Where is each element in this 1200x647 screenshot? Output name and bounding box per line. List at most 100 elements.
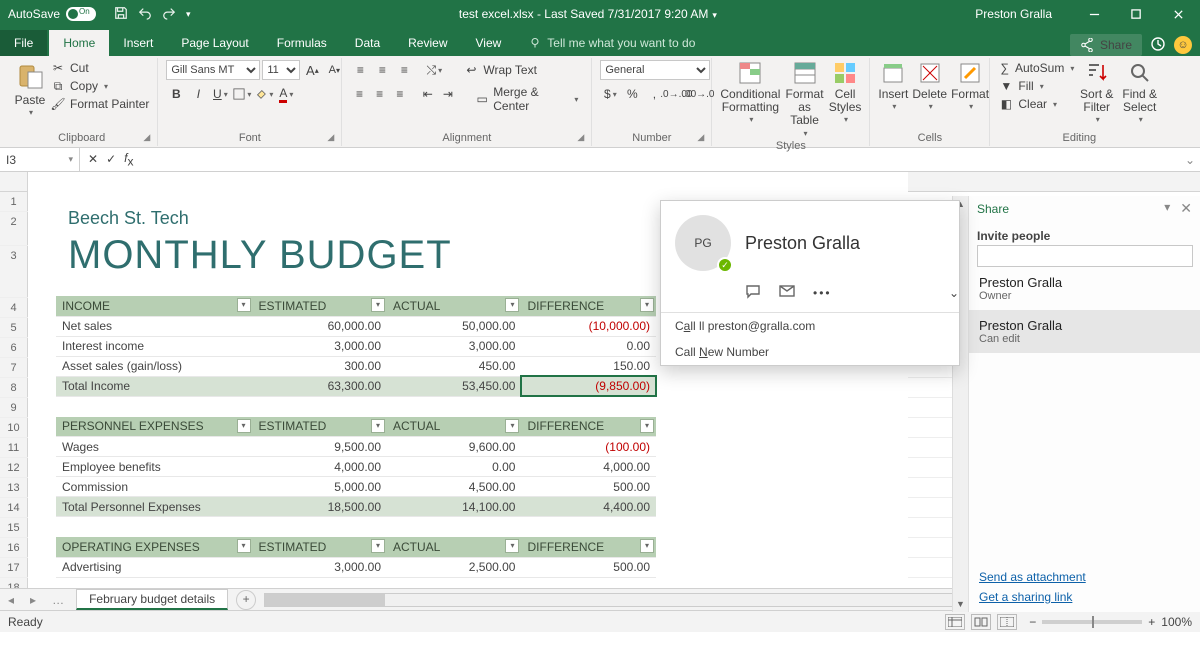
menu-call-new[interactable]: Call New Number	[661, 339, 959, 365]
find-select-button[interactable]: Find & Select▾	[1119, 60, 1160, 125]
tab-file[interactable]: File	[0, 30, 47, 56]
sheet-nav-next[interactable]: ▸	[22, 593, 44, 607]
expand-card-icon[interactable]: ⌄	[949, 286, 959, 300]
align-left-button[interactable]: ≡	[350, 84, 368, 104]
data-cell[interactable]: 500.00	[521, 477, 656, 497]
column-header-cell[interactable]: ACTUAL▾	[387, 296, 521, 316]
enter-formula-icon[interactable]: ✓	[106, 152, 116, 166]
minimize-button[interactable]	[1080, 0, 1108, 28]
filter-dropdown-icon[interactable]: ▾	[371, 419, 385, 433]
filter-dropdown-icon[interactable]: ▾	[505, 539, 519, 553]
autosum-button[interactable]: ∑AutoSum▾	[998, 60, 1074, 76]
cut-button[interactable]: ✂Cut	[50, 60, 149, 76]
data-cell[interactable]: 500.00	[521, 557, 656, 577]
clipboard-launcher[interactable]: ◢	[143, 132, 155, 144]
tab-data[interactable]: Data	[341, 30, 394, 56]
wrap-text-button[interactable]: ↩Wrap Text	[458, 60, 542, 80]
delete-cells-button[interactable]: Delete▾	[912, 60, 947, 112]
send-attachment-link[interactable]: Send as attachment	[979, 570, 1086, 584]
column-header-cell[interactable]: ACTUAL▾	[387, 417, 521, 437]
data-cell[interactable]: 3,000.00	[253, 336, 387, 356]
filter-dropdown-icon[interactable]: ▾	[371, 298, 385, 312]
font-color-button[interactable]: A▾	[276, 84, 296, 104]
filter-dropdown-icon[interactable]: ▾	[237, 539, 251, 553]
orientation-button[interactable]: ⤭▾	[424, 60, 444, 80]
data-cell[interactable]: 5,000.00	[253, 477, 387, 497]
menu-call-email[interactable]: Call ll preston@gralla.com	[661, 313, 959, 339]
row-label[interactable]: Net sales	[56, 316, 253, 336]
filter-dropdown-icon[interactable]: ▾	[505, 298, 519, 312]
row-header[interactable]: 1	[0, 192, 28, 211]
maximize-button[interactable]	[1122, 0, 1150, 28]
row-header[interactable]: 5	[0, 318, 28, 337]
sheet-nav-prev[interactable]: ◂	[0, 593, 22, 607]
get-sharing-link[interactable]: Get a sharing link	[979, 590, 1086, 604]
row-label[interactable]: Commission	[56, 477, 253, 497]
total-cell[interactable]: 4,400.00	[521, 497, 656, 517]
close-button[interactable]	[1164, 0, 1192, 28]
row-header[interactable]: 3	[0, 246, 28, 297]
clear-button[interactable]: ◧Clear▾	[998, 96, 1074, 112]
row-header[interactable]: 7	[0, 358, 28, 377]
invite-people-input[interactable]	[977, 245, 1193, 267]
share-person[interactable]: Preston GrallaOwner	[969, 267, 1200, 310]
chat-icon[interactable]	[745, 283, 761, 302]
data-cell[interactable]: 4,000.00	[521, 457, 656, 477]
row-label[interactable]: Advertising	[56, 557, 253, 577]
data-cell[interactable]: (10,000.00)	[521, 316, 656, 336]
zoom-control[interactable]: − + 100%	[1029, 615, 1192, 629]
tab-formulas[interactable]: Formulas	[263, 30, 341, 56]
data-cell[interactable]: 3,000.00	[387, 336, 521, 356]
row-label[interactable]: Wages	[56, 437, 253, 457]
bold-button[interactable]: B	[166, 84, 186, 104]
add-sheet-button[interactable]: +	[236, 590, 256, 610]
share-pane-dropdown-icon[interactable]: ▾	[1164, 200, 1170, 217]
data-cell[interactable]: 300.00	[253, 356, 387, 376]
zoom-out-button[interactable]: −	[1029, 615, 1036, 629]
save-icon[interactable]	[114, 6, 128, 23]
row-header[interactable]: 18	[0, 578, 28, 588]
row-header[interactable]: 17	[0, 558, 28, 577]
total-cell[interactable]: 63,300.00	[253, 376, 387, 396]
insert-cells-button[interactable]: Insert▾	[878, 60, 908, 112]
filter-dropdown-icon[interactable]: ▾	[237, 298, 251, 312]
total-label[interactable]: Total Income	[56, 376, 253, 396]
cell-styles-button[interactable]: Cell Styles▾	[829, 60, 862, 125]
filter-dropdown-icon[interactable]: ▾	[640, 539, 654, 553]
total-cell[interactable]: 18,500.00	[253, 497, 387, 517]
data-cell[interactable]: 4,000.00	[253, 457, 387, 477]
share-button[interactable]: Share	[1070, 34, 1142, 56]
section-header[interactable]: INCOME▾	[56, 296, 253, 316]
more-icon[interactable]: •••	[813, 286, 832, 300]
grow-font-button[interactable]: A▴	[302, 60, 322, 80]
align-right-button[interactable]: ≡	[391, 84, 409, 104]
row-header[interactable]: 14	[0, 498, 28, 517]
row-label[interactable]: Employee benefits	[56, 457, 253, 477]
border-button[interactable]: ▾	[232, 84, 252, 104]
fx-icon[interactable]: fx	[124, 151, 133, 168]
fill-color-button[interactable]: ▾	[254, 84, 274, 104]
row-header[interactable]: 15	[0, 518, 28, 537]
paste-button[interactable]: Paste▾	[14, 60, 46, 118]
row-header[interactable]: 12	[0, 458, 28, 477]
history-icon[interactable]	[1150, 36, 1166, 55]
column-header-cell[interactable]: ESTIMATED▾	[253, 537, 387, 557]
align-top-button[interactable]: ≡	[350, 60, 370, 80]
filter-dropdown-icon[interactable]: ▾	[505, 419, 519, 433]
format-cells-button[interactable]: Format▾	[951, 60, 989, 112]
alignment-launcher[interactable]: ◢	[577, 132, 589, 144]
undo-icon[interactable]	[138, 6, 152, 23]
data-cell[interactable]: 4,500.00	[387, 477, 521, 497]
italic-button[interactable]: I	[188, 84, 208, 104]
copy-button[interactable]: ⧉Copy▾	[50, 78, 149, 94]
tab-view[interactable]: View	[462, 30, 516, 56]
zoom-in-button[interactable]: +	[1148, 615, 1155, 629]
data-cell[interactable]: 3,000.00	[253, 557, 387, 577]
row-header[interactable]: 13	[0, 478, 28, 497]
percent-button[interactable]: %	[622, 84, 642, 104]
filter-dropdown-icon[interactable]: ▾	[371, 539, 385, 553]
row-header[interactable]: 8	[0, 378, 28, 397]
row-header[interactable]: 4	[0, 298, 28, 317]
format-as-table-button[interactable]: Format as Table▾	[784, 60, 824, 138]
column-header-cell[interactable]: DIFFERENCE▾	[521, 417, 656, 437]
